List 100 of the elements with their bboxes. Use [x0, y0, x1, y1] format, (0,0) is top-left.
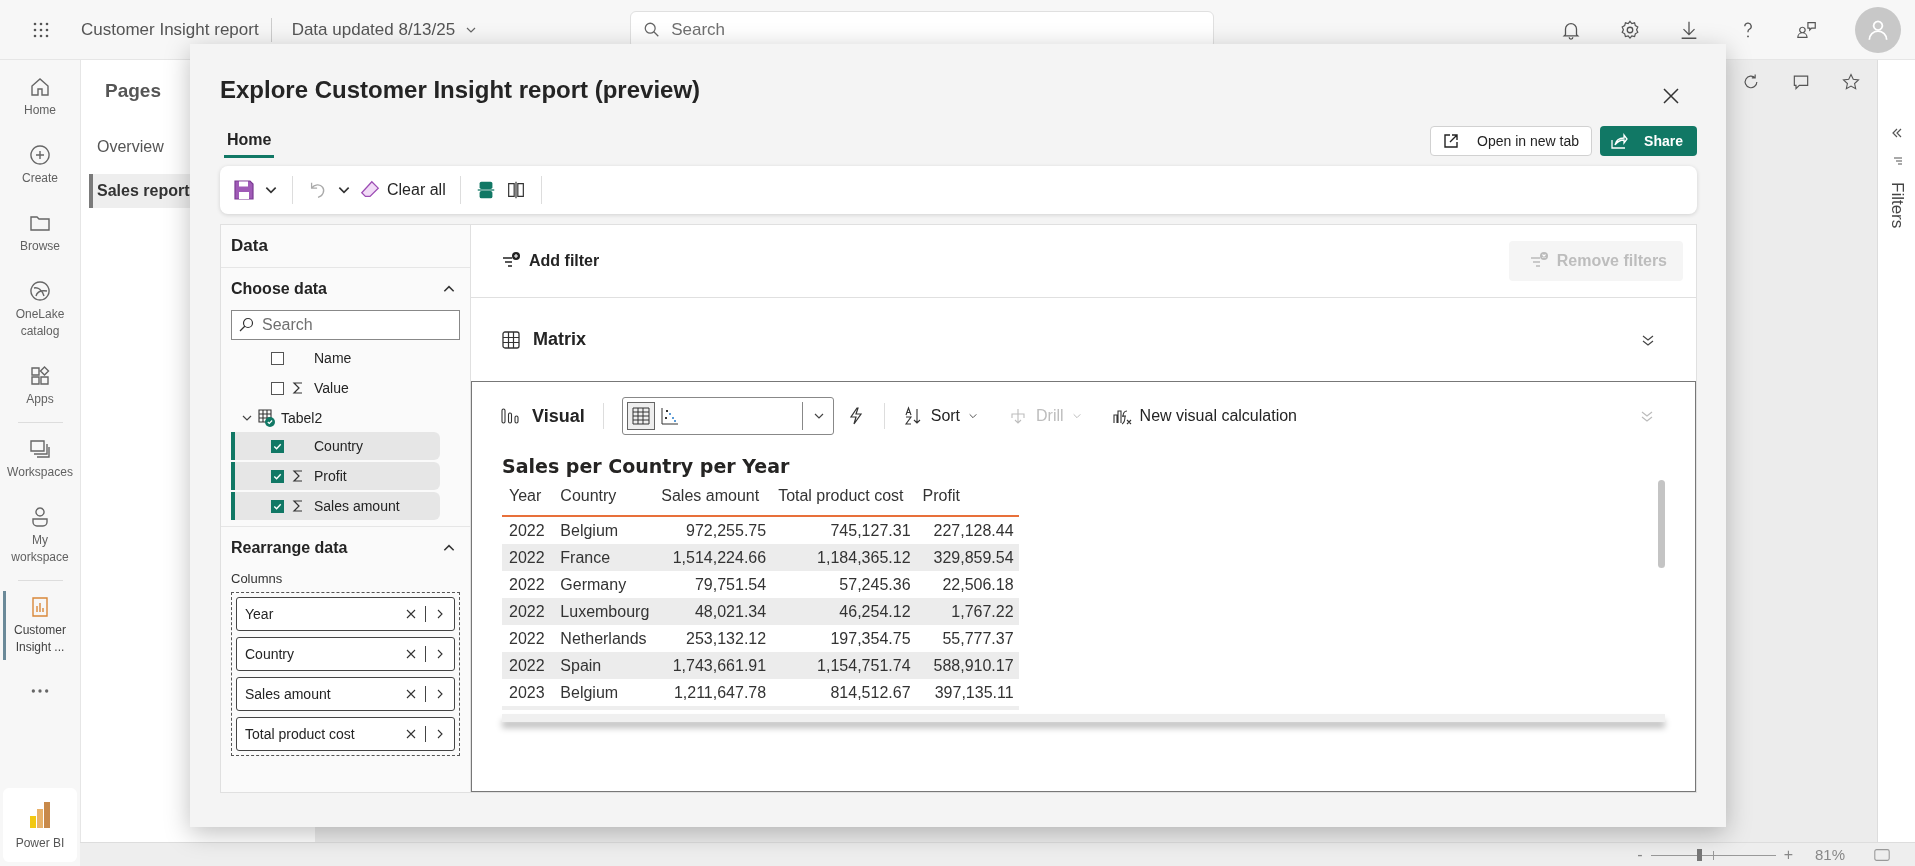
clear-all-button[interactable]: Clear all — [359, 179, 446, 201]
table-visual-icon[interactable] — [626, 402, 655, 430]
checkbox[interactable] — [271, 351, 284, 365]
globe-icon — [28, 279, 52, 303]
search-icon — [238, 317, 254, 333]
column-header: Total product cost — [771, 483, 916, 516]
field-item[interactable]: Name — [231, 344, 460, 372]
table-cell: 55,777.37 — [915, 625, 1019, 652]
table-cell: France — [553, 544, 655, 571]
checkbox[interactable] — [271, 499, 284, 513]
remove-icon[interactable] — [405, 688, 417, 700]
page-tab[interactable]: Overview — [89, 130, 166, 164]
table-cell: 2022 — [502, 544, 554, 571]
table-cell: 46,254.12 — [771, 598, 916, 625]
sort-button[interactable]: Sort — [902, 406, 979, 426]
scatter-chart-icon[interactable] — [658, 405, 681, 427]
table-cell: 397,135.11 — [915, 679, 1019, 708]
close-icon[interactable] — [1661, 86, 1681, 106]
table-cell: 197,354.75 — [771, 625, 916, 652]
checkbox[interactable] — [271, 439, 284, 453]
remove-icon[interactable] — [405, 648, 417, 660]
table-cell: 1,743,661.91 — [654, 652, 772, 679]
open-in-new-tab-button[interactable]: Open in new tab — [1430, 126, 1593, 156]
nav-item[interactable]: Workspaces — [0, 433, 80, 485]
field-item[interactable]: Value — [231, 374, 460, 402]
section-title: Rearrange data — [231, 539, 348, 557]
zoom-slider-thumb[interactable] — [1697, 848, 1703, 861]
power-bi-logo-icon — [28, 800, 52, 830]
chevron-down-icon — [968, 411, 979, 421]
table-cell: 745,127.31 — [771, 516, 916, 544]
table-cell: 253,132.12 — [654, 625, 772, 652]
ribbon-tab[interactable]: Home — [224, 127, 275, 158]
nav-item[interactable]: Home — [0, 71, 80, 123]
checkbox[interactable] — [271, 469, 284, 483]
open-external-icon — [1443, 133, 1460, 149]
table-cell: 1,211,647.78 — [654, 679, 772, 708]
nav-item[interactable]: OneLake catalog — [0, 275, 80, 344]
columns-label: Columns — [231, 571, 284, 586]
sort-icon — [902, 406, 923, 426]
grid-icon — [501, 329, 521, 350]
table-cell: Luxembourg — [553, 598, 655, 625]
column-header: Year — [502, 483, 554, 516]
table-node[interactable]: Tabel2 — [231, 404, 460, 432]
share-arrow-icon — [1610, 132, 1629, 150]
apps-icon — [28, 364, 52, 388]
pages-title: Pages — [105, 80, 161, 102]
visual-type-dropdown[interactable] — [621, 397, 834, 435]
remove-icon[interactable] — [405, 608, 417, 620]
nav-item[interactable]: Browse — [0, 207, 80, 259]
page-tab[interactable]: Sales report — [89, 174, 192, 208]
table-cell: 2022 — [502, 625, 554, 652]
table-cell: 1,184,365.12 — [771, 544, 916, 571]
column-header: Profit — [915, 483, 1019, 516]
add-filter-button[interactable]: Add filter — [501, 251, 600, 271]
bar-chart-icon — [500, 406, 520, 426]
report-name: Customer Insight report — [81, 17, 272, 42]
nav-item[interactable]: Customer Insight ... — [0, 591, 80, 660]
table-cell: Spain — [553, 652, 655, 679]
data-updated-dropdown[interactable]: Data updated 8/13/25 — [291, 19, 478, 40]
table-cell: 2022 — [502, 516, 554, 544]
checkbox[interactable] — [271, 381, 284, 395]
save-icon[interactable] — [232, 178, 256, 202]
table-cell: 227,128.44 — [915, 516, 1019, 544]
zoom-slider[interactable] — [1650, 848, 1776, 861]
table-cell: 1,514,224.66 — [654, 544, 772, 571]
settings-icon[interactable] — [1619, 18, 1641, 41]
table-cell: Belgium — [553, 516, 655, 544]
stacked-windows-icon — [28, 437, 52, 461]
section-title: Choose data — [231, 280, 327, 298]
table-cell: 2023 — [502, 679, 554, 708]
table-cell: 972,255.75 — [654, 516, 772, 544]
section-title: Visual — [532, 405, 585, 427]
table-cell: 57,245.36 — [771, 571, 916, 598]
field-item[interactable]: Country — [231, 432, 440, 460]
table-cell: 2022 — [502, 652, 554, 679]
field-item[interactable]: Sales amount — [231, 492, 440, 520]
nav-item[interactable]: Create — [0, 139, 80, 191]
new-visual-calculation-button[interactable]: New visual calculation — [1111, 406, 1297, 426]
table-cell: 2022 — [502, 598, 554, 625]
more-icon[interactable] — [30, 688, 50, 694]
table-cell: Netherlands — [553, 625, 655, 652]
star-icon[interactable] — [1841, 72, 1861, 92]
share-button[interactable]: Share — [1600, 126, 1697, 156]
scrollbar[interactable] — [1658, 480, 1665, 568]
product-switcher[interactable]: Power BI — [3, 788, 77, 862]
section-title: Matrix — [533, 329, 586, 350]
table-cell: 79,751.54 — [654, 571, 772, 598]
dialog-title: Explore Customer Insight report (preview) — [220, 75, 701, 105]
table-cell: 22,506.18 — [915, 571, 1019, 598]
table-cell: 1,767.22 — [915, 598, 1019, 625]
nav-item[interactable]: My workspace — [0, 501, 80, 570]
data-pane-title: Data — [221, 225, 470, 268]
search-field[interactable]: Search — [231, 310, 460, 340]
field-item[interactable]: Profit — [231, 462, 440, 490]
home-icon — [28, 75, 52, 99]
table-cell: 588,910.17 — [915, 652, 1019, 679]
table-cell: 814,512.67 — [771, 679, 916, 708]
filters-pane-title[interactable]: Filters — [1886, 182, 1907, 229]
nav-item[interactable]: Apps — [0, 360, 80, 412]
remove-icon[interactable] — [405, 728, 417, 740]
